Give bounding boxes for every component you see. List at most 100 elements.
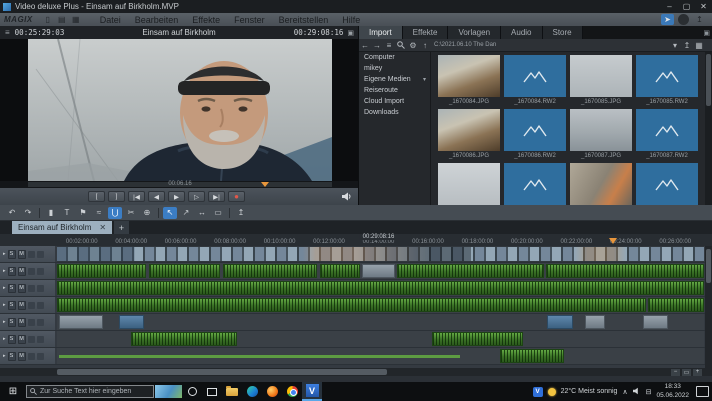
firefox-button[interactable] bbox=[262, 382, 282, 401]
track-6-lane[interactable] bbox=[57, 331, 704, 347]
chevron-down-icon[interactable]: ▾ bbox=[423, 76, 426, 83]
menu-datei[interactable]: Datei bbox=[93, 15, 128, 25]
track-expand-icon[interactable]: ▸ bbox=[3, 251, 6, 257]
save-project-icon[interactable]: ▦ bbox=[70, 14, 82, 25]
mouse-mode-stretch-icon[interactable]: ↔ bbox=[195, 207, 209, 219]
project-tab[interactable]: Einsam auf Birkholm ✕ bbox=[12, 221, 112, 234]
tab-vorlagen[interactable]: Vorlagen bbox=[448, 26, 501, 39]
edge-button[interactable] bbox=[242, 382, 262, 401]
file-item[interactable]: _1670084.JPG bbox=[436, 55, 502, 109]
back-icon[interactable]: ← bbox=[359, 40, 371, 51]
title-editor-icon[interactable]: T bbox=[60, 207, 74, 219]
snap-magnet-icon[interactable]: ⋃ bbox=[108, 207, 122, 219]
track-1-lane[interactable] bbox=[57, 246, 704, 262]
audio-clip-segment[interactable] bbox=[648, 298, 704, 312]
redo-icon[interactable]: ↷ bbox=[21, 207, 35, 219]
weather-status[interactable]: 22°C Meist sonnig bbox=[561, 388, 618, 395]
video-clip-segment[interactable] bbox=[59, 315, 103, 329]
video-clip-segment[interactable] bbox=[585, 315, 605, 329]
folder-tree-icon[interactable]: ≡ bbox=[383, 40, 395, 51]
jump-start-button[interactable]: |◀ bbox=[128, 191, 145, 202]
close-button[interactable]: ✕ bbox=[695, 0, 712, 13]
mute-button[interactable]: M bbox=[18, 318, 26, 327]
file-item[interactable]: _1670085.JPG bbox=[568, 55, 634, 109]
menu-hilfe[interactable]: Hilfe bbox=[335, 15, 367, 25]
track-1-header[interactable]: ▸SM bbox=[0, 246, 55, 262]
tray-chevron-icon[interactable]: ∧ bbox=[622, 388, 627, 396]
solo-button[interactable]: S bbox=[8, 267, 16, 276]
audio-clip-segment[interactable] bbox=[57, 281, 704, 295]
solo-button[interactable]: S bbox=[8, 284, 16, 293]
track-lock-icon[interactable] bbox=[37, 302, 44, 309]
track-7-lane[interactable] bbox=[57, 348, 704, 364]
view-grid-icon[interactable]: ▦ bbox=[693, 40, 705, 51]
minimize-button[interactable]: – bbox=[661, 0, 678, 13]
group-icon[interactable]: ⊕ bbox=[140, 207, 154, 219]
delete-object-icon[interactable]: ▮ bbox=[44, 207, 58, 219]
raw-placeholder-thumbnail[interactable] bbox=[504, 109, 566, 151]
raw-placeholder-thumbnail[interactable] bbox=[504, 163, 566, 205]
record-button[interactable]: ● bbox=[228, 191, 245, 202]
track-expand-icon[interactable]: ▸ bbox=[3, 302, 6, 308]
import-file-icon[interactable]: ↥ bbox=[681, 40, 693, 51]
track-expand-icon[interactable]: ▸ bbox=[3, 268, 6, 274]
track-lock-icon[interactable] bbox=[37, 285, 44, 292]
action-center-button[interactable] bbox=[696, 386, 709, 397]
track-fx-icon[interactable] bbox=[28, 302, 35, 309]
zoom-fit-button[interactable]: ▭ bbox=[682, 369, 691, 376]
audio-clip-segment[interactable] bbox=[397, 264, 543, 278]
audio-clip-segment[interactable] bbox=[57, 298, 646, 312]
scrubber-position-marker[interactable] bbox=[261, 182, 269, 187]
solo-button[interactable]: S bbox=[8, 318, 16, 327]
folder-up-icon[interactable]: ↑ bbox=[419, 40, 431, 51]
range-play-button[interactable]: ▷ bbox=[188, 191, 205, 202]
track-lock-icon[interactable] bbox=[37, 353, 44, 360]
preview-scrubber[interactable]: 00:06.16 bbox=[0, 181, 358, 188]
tray-volume-icon[interactable] bbox=[633, 387, 641, 397]
load-project-icon[interactable]: ▤ bbox=[56, 14, 68, 25]
solo-button[interactable]: S bbox=[8, 250, 16, 259]
mark-in-button[interactable]: [ bbox=[88, 191, 105, 202]
photo-thumbnail[interactable] bbox=[570, 55, 632, 97]
fullscreen-icon[interactable]: ▣ bbox=[347, 29, 354, 37]
sidebar-item-mikey[interactable]: mikey bbox=[359, 63, 430, 74]
photo-thumbnail[interactable] bbox=[570, 163, 632, 205]
photo-thumbnail[interactable] bbox=[570, 109, 632, 151]
track-3-lane[interactable] bbox=[57, 280, 704, 296]
raw-placeholder-thumbnail[interactable] bbox=[636, 109, 698, 151]
jump-end-button[interactable]: ▶| bbox=[208, 191, 225, 202]
solo-button[interactable]: S bbox=[8, 352, 16, 361]
object-up-icon[interactable]: ↥ bbox=[234, 207, 248, 219]
track-fx-icon[interactable] bbox=[28, 251, 35, 258]
track-expand-icon[interactable]: ▸ bbox=[3, 353, 6, 359]
timeline-horizontal-scrollbar[interactable]: − ▭ + bbox=[0, 368, 712, 376]
track-2-header[interactable]: ▸SM bbox=[0, 263, 55, 279]
audio-clip-segment[interactable] bbox=[131, 332, 237, 346]
zoom-out-button[interactable]: − bbox=[671, 369, 680, 376]
mouse-mode-single-icon[interactable]: ↗ bbox=[179, 207, 193, 219]
zoom-in-button[interactable]: + bbox=[693, 369, 702, 376]
mute-button[interactable]: M bbox=[18, 335, 26, 344]
track-5-header[interactable]: ▸SM bbox=[0, 314, 55, 330]
audio-clip-segment[interactable] bbox=[546, 264, 704, 278]
raw-placeholder-thumbnail[interactable] bbox=[636, 163, 698, 205]
track-3-header[interactable]: ▸SM bbox=[0, 280, 55, 296]
playhead-marker[interactable] bbox=[609, 238, 617, 244]
video-clip-segment[interactable] bbox=[547, 315, 572, 329]
audio-clip-segment[interactable] bbox=[432, 332, 523, 346]
forward-icon[interactable]: → bbox=[371, 40, 383, 51]
range-select-icon[interactable]: ▭ bbox=[211, 207, 225, 219]
search-weather-thumbnail[interactable] bbox=[155, 385, 182, 398]
file-item[interactable]: _1670086.RW2 bbox=[502, 109, 568, 163]
track-expand-icon[interactable]: ▸ bbox=[3, 319, 6, 325]
file-item[interactable]: _1670087.JPG bbox=[568, 109, 634, 163]
cortana-button[interactable] bbox=[182, 382, 202, 401]
track-lock-icon[interactable] bbox=[37, 336, 44, 343]
prev-frame-button[interactable]: ◀ bbox=[148, 191, 165, 202]
track-fx-icon[interactable] bbox=[28, 319, 35, 326]
raw-placeholder-thumbnail[interactable] bbox=[636, 55, 698, 97]
mark-out-button[interactable]: ] bbox=[108, 191, 125, 202]
search-icon[interactable] bbox=[395, 40, 407, 51]
clock[interactable]: 18:33 05.06.2022 bbox=[656, 383, 689, 399]
track-4-header[interactable]: ▸SM bbox=[0, 297, 55, 313]
